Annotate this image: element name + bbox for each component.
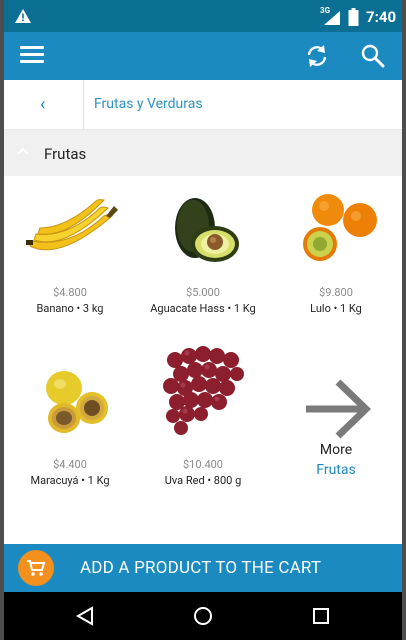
add-to-cart-label: ADD A PRODUCT TO THE CART <box>80 558 322 578</box>
product-card[interactable]: $10.400 Uva Red • 800 g <box>137 346 269 518</box>
chevron-up-icon <box>17 147 29 155</box>
product-name: Lulo • 1 Kg <box>310 302 362 315</box>
cart-icon <box>27 560 46 576</box>
breadcrumb-title[interactable]: Frutas y Verduras <box>94 96 203 112</box>
product-name: Maracuyá • 1 Kg <box>30 474 110 487</box>
product-card[interactable]: $9.800 Lulo • 1 Kg <box>270 176 402 346</box>
product-name: Banano • 3 kg <box>36 302 104 315</box>
more-label: More <box>319 442 353 458</box>
section-title: Frutas <box>44 145 87 163</box>
grapes-image <box>163 346 244 435</box>
back-button[interactable]: ‹ <box>4 80 84 130</box>
battery-icon <box>348 8 359 26</box>
app-screen: 3G 7:40 ‹ Frutas y Verduras Frutas $4.80… <box>4 0 402 640</box>
arrow-right-icon <box>306 379 372 439</box>
banana-image <box>26 199 118 251</box>
recents-nav-icon[interactable] <box>309 604 333 628</box>
signal-icon <box>324 11 340 25</box>
chevron-left-icon: ‹ <box>40 94 46 115</box>
add-to-cart-bar[interactable]: ADD A PRODUCT TO THE CART <box>4 544 402 592</box>
system-nav-bar <box>4 592 402 640</box>
back-nav-icon[interactable] <box>74 604 98 628</box>
product-price: $4.800 <box>53 286 87 299</box>
product-card[interactable]: $4.800 Banano • 3 kg <box>4 176 136 346</box>
search-icon[interactable] <box>360 43 386 69</box>
lulo-image <box>303 194 377 261</box>
more-products-link[interactable]: More Frutas <box>270 348 402 518</box>
breadcrumb: ‹ Frutas y Verduras <box>4 80 402 130</box>
product-grid: $4.800 Banano • 3 kg $5.000 Aguacate Has… <box>4 176 402 544</box>
product-price: $9.800 <box>319 286 353 299</box>
product-price: $4.400 <box>53 458 87 471</box>
warning-icon <box>15 9 31 23</box>
product-name: Aguacate Hass • 1 Kg <box>150 302 256 315</box>
more-category: Frutas <box>316 462 356 478</box>
product-card[interactable]: $4.400 Maracuyá • 1 Kg <box>4 348 136 518</box>
product-name: Uva Red • 800 g <box>164 474 242 487</box>
product-price: $5.000 <box>186 286 220 299</box>
section-header[interactable]: Frutas <box>4 130 402 176</box>
clock: 7:40 <box>366 8 397 26</box>
product-card[interactable]: $5.000 Aguacate Hass • 1 Kg <box>137 176 269 346</box>
status-bar: 3G 7:40 <box>4 0 402 32</box>
home-nav-icon[interactable] <box>191 604 215 628</box>
refresh-icon[interactable] <box>304 43 330 69</box>
cart-badge <box>18 550 54 586</box>
product-price: $10.400 <box>183 458 223 471</box>
menu-icon[interactable] <box>20 46 44 66</box>
passion-fruit-image <box>46 371 108 433</box>
app-bar <box>4 32 402 80</box>
avocado-image <box>175 198 239 262</box>
